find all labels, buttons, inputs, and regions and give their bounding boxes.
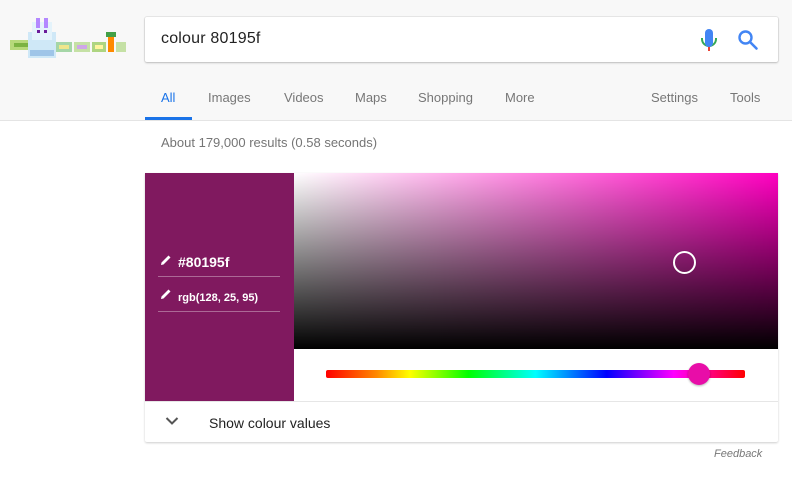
hex-value[interactable]: #80195f (178, 254, 229, 270)
tab-tools[interactable]: Tools (730, 90, 760, 105)
tab-settings[interactable]: Settings (651, 90, 698, 105)
doodle-logo[interactable] (6, 14, 128, 64)
tab-images[interactable]: Images (208, 90, 251, 105)
pencil-icon (161, 289, 171, 299)
tab-videos[interactable]: Videos (284, 90, 324, 105)
chevron-down-icon (165, 417, 179, 425)
rgb-field[interactable]: rgb(128, 25, 95) (158, 284, 280, 312)
color-picker-card: #80195f rgb(128, 25, 95) Show colour val… (145, 173, 778, 442)
active-tab-indicator (145, 117, 192, 120)
header: colour 80195f All Images Videos Maps Sho… (0, 0, 792, 121)
tab-shopping[interactable]: Shopping (418, 90, 473, 105)
saturation-value-handle[interactable] (673, 251, 696, 274)
hex-field[interactable]: #80195f (158, 250, 280, 277)
search-box[interactable]: colour 80195f (145, 17, 778, 62)
saturation-value-area[interactable] (294, 173, 778, 349)
search-input[interactable]: colour 80195f (161, 30, 261, 48)
tab-maps[interactable]: Maps (355, 90, 387, 105)
search-tabs: All Images Videos Maps Shopping More Set… (0, 88, 792, 121)
tab-more[interactable]: More (505, 90, 535, 105)
search-icon[interactable] (737, 29, 759, 51)
value-gradient (294, 173, 778, 349)
show-colour-values-label: Show colour values (209, 415, 331, 431)
rgb-value[interactable]: rgb(128, 25, 95) (178, 292, 258, 304)
feedback-link[interactable]: Feedback (714, 448, 762, 460)
tab-all[interactable]: All (161, 90, 175, 105)
show-colour-values-toggle[interactable]: Show colour values (145, 401, 778, 442)
color-swatch: #80195f rgb(128, 25, 95) (145, 173, 294, 401)
mic-icon[interactable] (700, 28, 718, 52)
hue-slider-thumb[interactable] (688, 363, 710, 385)
hue-slider[interactable] (326, 370, 745, 378)
result-stats: About 179,000 results (0.58 seconds) (161, 135, 378, 150)
pencil-icon (161, 255, 171, 265)
